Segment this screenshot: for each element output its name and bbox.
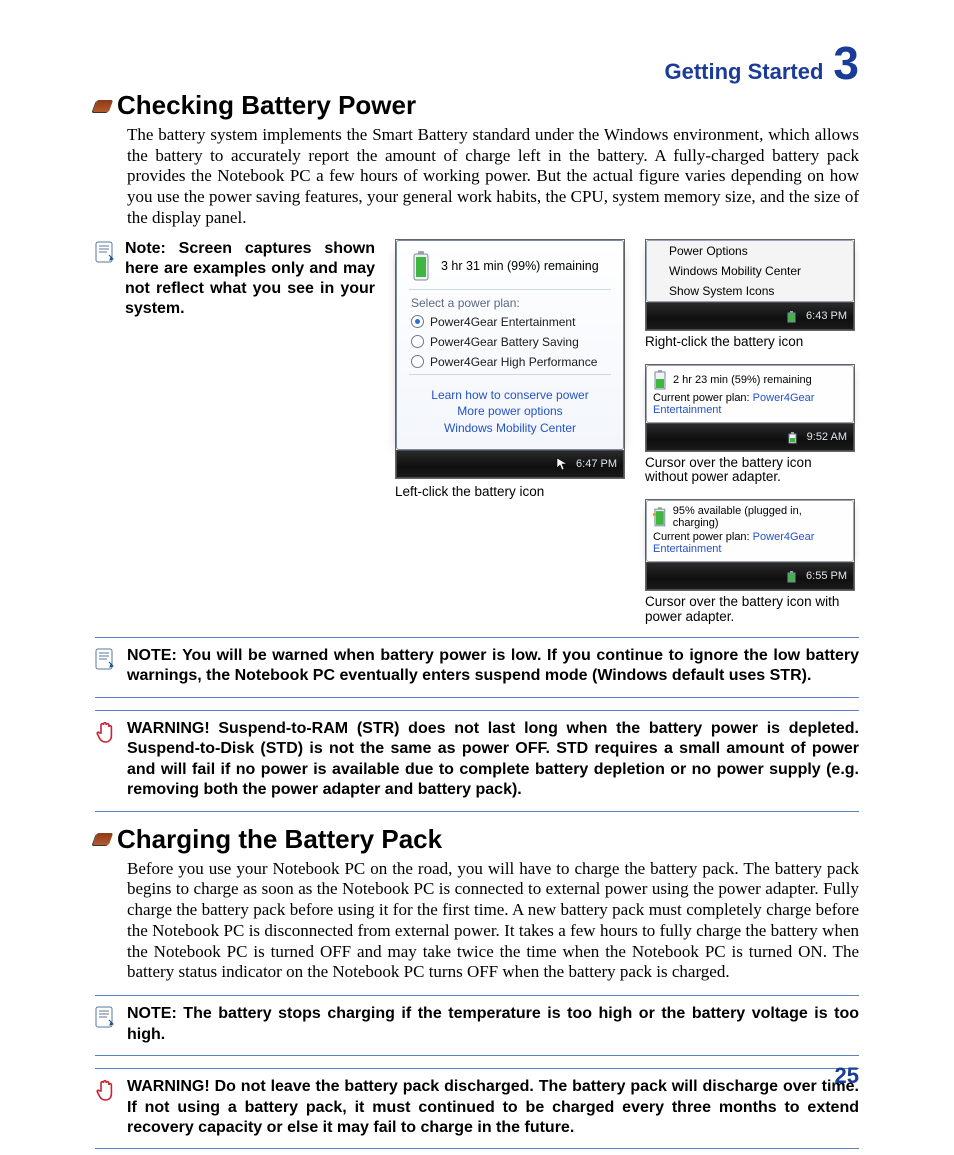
section-heading-checking-battery: Checking Battery Power [95, 90, 859, 121]
power-plan-option[interactable]: Power4Gear Battery Saving [397, 332, 623, 352]
figure-caption: Right-click the battery icon [645, 335, 855, 350]
warning-text: WARNING! Suspend-to-RAM (STR) does not l… [127, 719, 859, 801]
note-icon [95, 1006, 117, 1028]
battery-section-icon [93, 833, 113, 845]
note-icon [95, 241, 117, 319]
taskbar-clock: 9:52 AM [807, 431, 847, 443]
figure-caption: Cursor over the battery icon with power … [645, 595, 855, 625]
flyout-link[interactable]: Learn how to conserve power [405, 387, 615, 404]
power-plan-text: Power4Gear High Performance [430, 355, 597, 369]
chapter-title: Getting Started [665, 59, 824, 85]
battery-section-icon [93, 100, 113, 112]
tooltip-status-text: 95% available (plugged in, charging) [673, 505, 847, 529]
figure-caption: Left-click the battery icon [395, 485, 625, 500]
battery-status-text: 3 hr 31 min (99%) remaining [441, 259, 599, 273]
note-callout: NOTE: You will be warned when battery po… [95, 637, 859, 698]
taskbar: 6:43 PM [646, 302, 854, 330]
screenshot-disclaimer-note: Note: Screen captures shown here are exa… [125, 239, 375, 319]
note-text: NOTE: You will be warned when battery po… [127, 646, 859, 687]
battery-charging-icon [653, 507, 667, 527]
radio-icon [411, 355, 424, 368]
battery-tray-icon [787, 430, 801, 444]
figure-caption: Cursor over the battery icon without pow… [645, 456, 855, 486]
taskbar: 6:55 PM [646, 562, 854, 590]
context-menu-item[interactable]: Power Options [647, 241, 853, 261]
warning-hand-icon [95, 721, 117, 745]
tooltip-plan-label: Current power plan: [653, 531, 750, 543]
radio-icon [411, 335, 424, 348]
power-plan-option[interactable]: Power4Gear High Performance [397, 352, 623, 372]
taskbar-clock: 6:43 PM [806, 310, 847, 322]
radio-selected-icon [411, 315, 424, 328]
warning-text: WARNING! Do not leave the battery pack d… [127, 1077, 859, 1138]
battery-tooltip-charging: 95% available (plugged in, charging) Cur… [646, 500, 854, 562]
tooltip-plan-label: Current power plan: [653, 392, 750, 404]
flyout-link[interactable]: More power options [405, 403, 615, 420]
taskbar-clock: 6:55 PM [806, 570, 847, 582]
tooltip-status-text: 2 hr 23 min (59%) remaining [673, 374, 812, 386]
battery-context-menu: Power Options Windows Mobility Center Sh… [646, 240, 854, 302]
context-menu-item[interactable]: Windows Mobility Center [647, 261, 853, 281]
battery-tray-icon [786, 569, 800, 583]
section2-body: Before you use your Notebook PC on the r… [127, 859, 859, 983]
cursor-icon [556, 457, 570, 471]
warning-callout: WARNING! Do not leave the battery pack d… [95, 1068, 859, 1149]
power-plan-text: Power4Gear Entertainment [430, 315, 575, 329]
section-heading-charging-battery: Charging the Battery Pack [95, 824, 859, 855]
battery-icon [411, 251, 431, 281]
chapter-header: Getting Started 3 [95, 40, 859, 86]
page-number: 25 [835, 1063, 859, 1089]
battery-icon [653, 370, 667, 390]
context-menu-item[interactable]: Show System Icons [647, 281, 853, 301]
power-plan-label: Select a power plan: [397, 292, 623, 312]
note-text: NOTE: The battery stops charging if the … [127, 1004, 859, 1045]
battery-tooltip-discharging: 2 hr 23 min (59%) remaining Current powe… [646, 365, 854, 423]
section1-body: The battery system implements the Smart … [127, 125, 859, 229]
note-icon [95, 648, 117, 670]
note-callout: NOTE: The battery stops charging if the … [95, 995, 859, 1056]
power-flyout-panel: 3 hr 31 min (99%) remaining Select a pow… [396, 240, 624, 450]
battery-tray-icon [786, 309, 800, 323]
taskbar: 9:52 AM [646, 423, 854, 451]
warning-callout: WARNING! Suspend-to-RAM (STR) does not l… [95, 710, 859, 812]
power-plan-option[interactable]: Power4Gear Entertainment [397, 312, 623, 332]
taskbar-clock: 6:47 PM [576, 458, 617, 470]
section-heading-text: Charging the Battery Pack [117, 824, 442, 855]
power-plan-text: Power4Gear Battery Saving [430, 335, 579, 349]
section-heading-text: Checking Battery Power [117, 90, 416, 121]
chapter-number: 3 [833, 40, 859, 86]
flyout-link[interactable]: Windows Mobility Center [405, 420, 615, 437]
taskbar: 6:47 PM [396, 450, 624, 478]
warning-hand-icon [95, 1079, 117, 1103]
